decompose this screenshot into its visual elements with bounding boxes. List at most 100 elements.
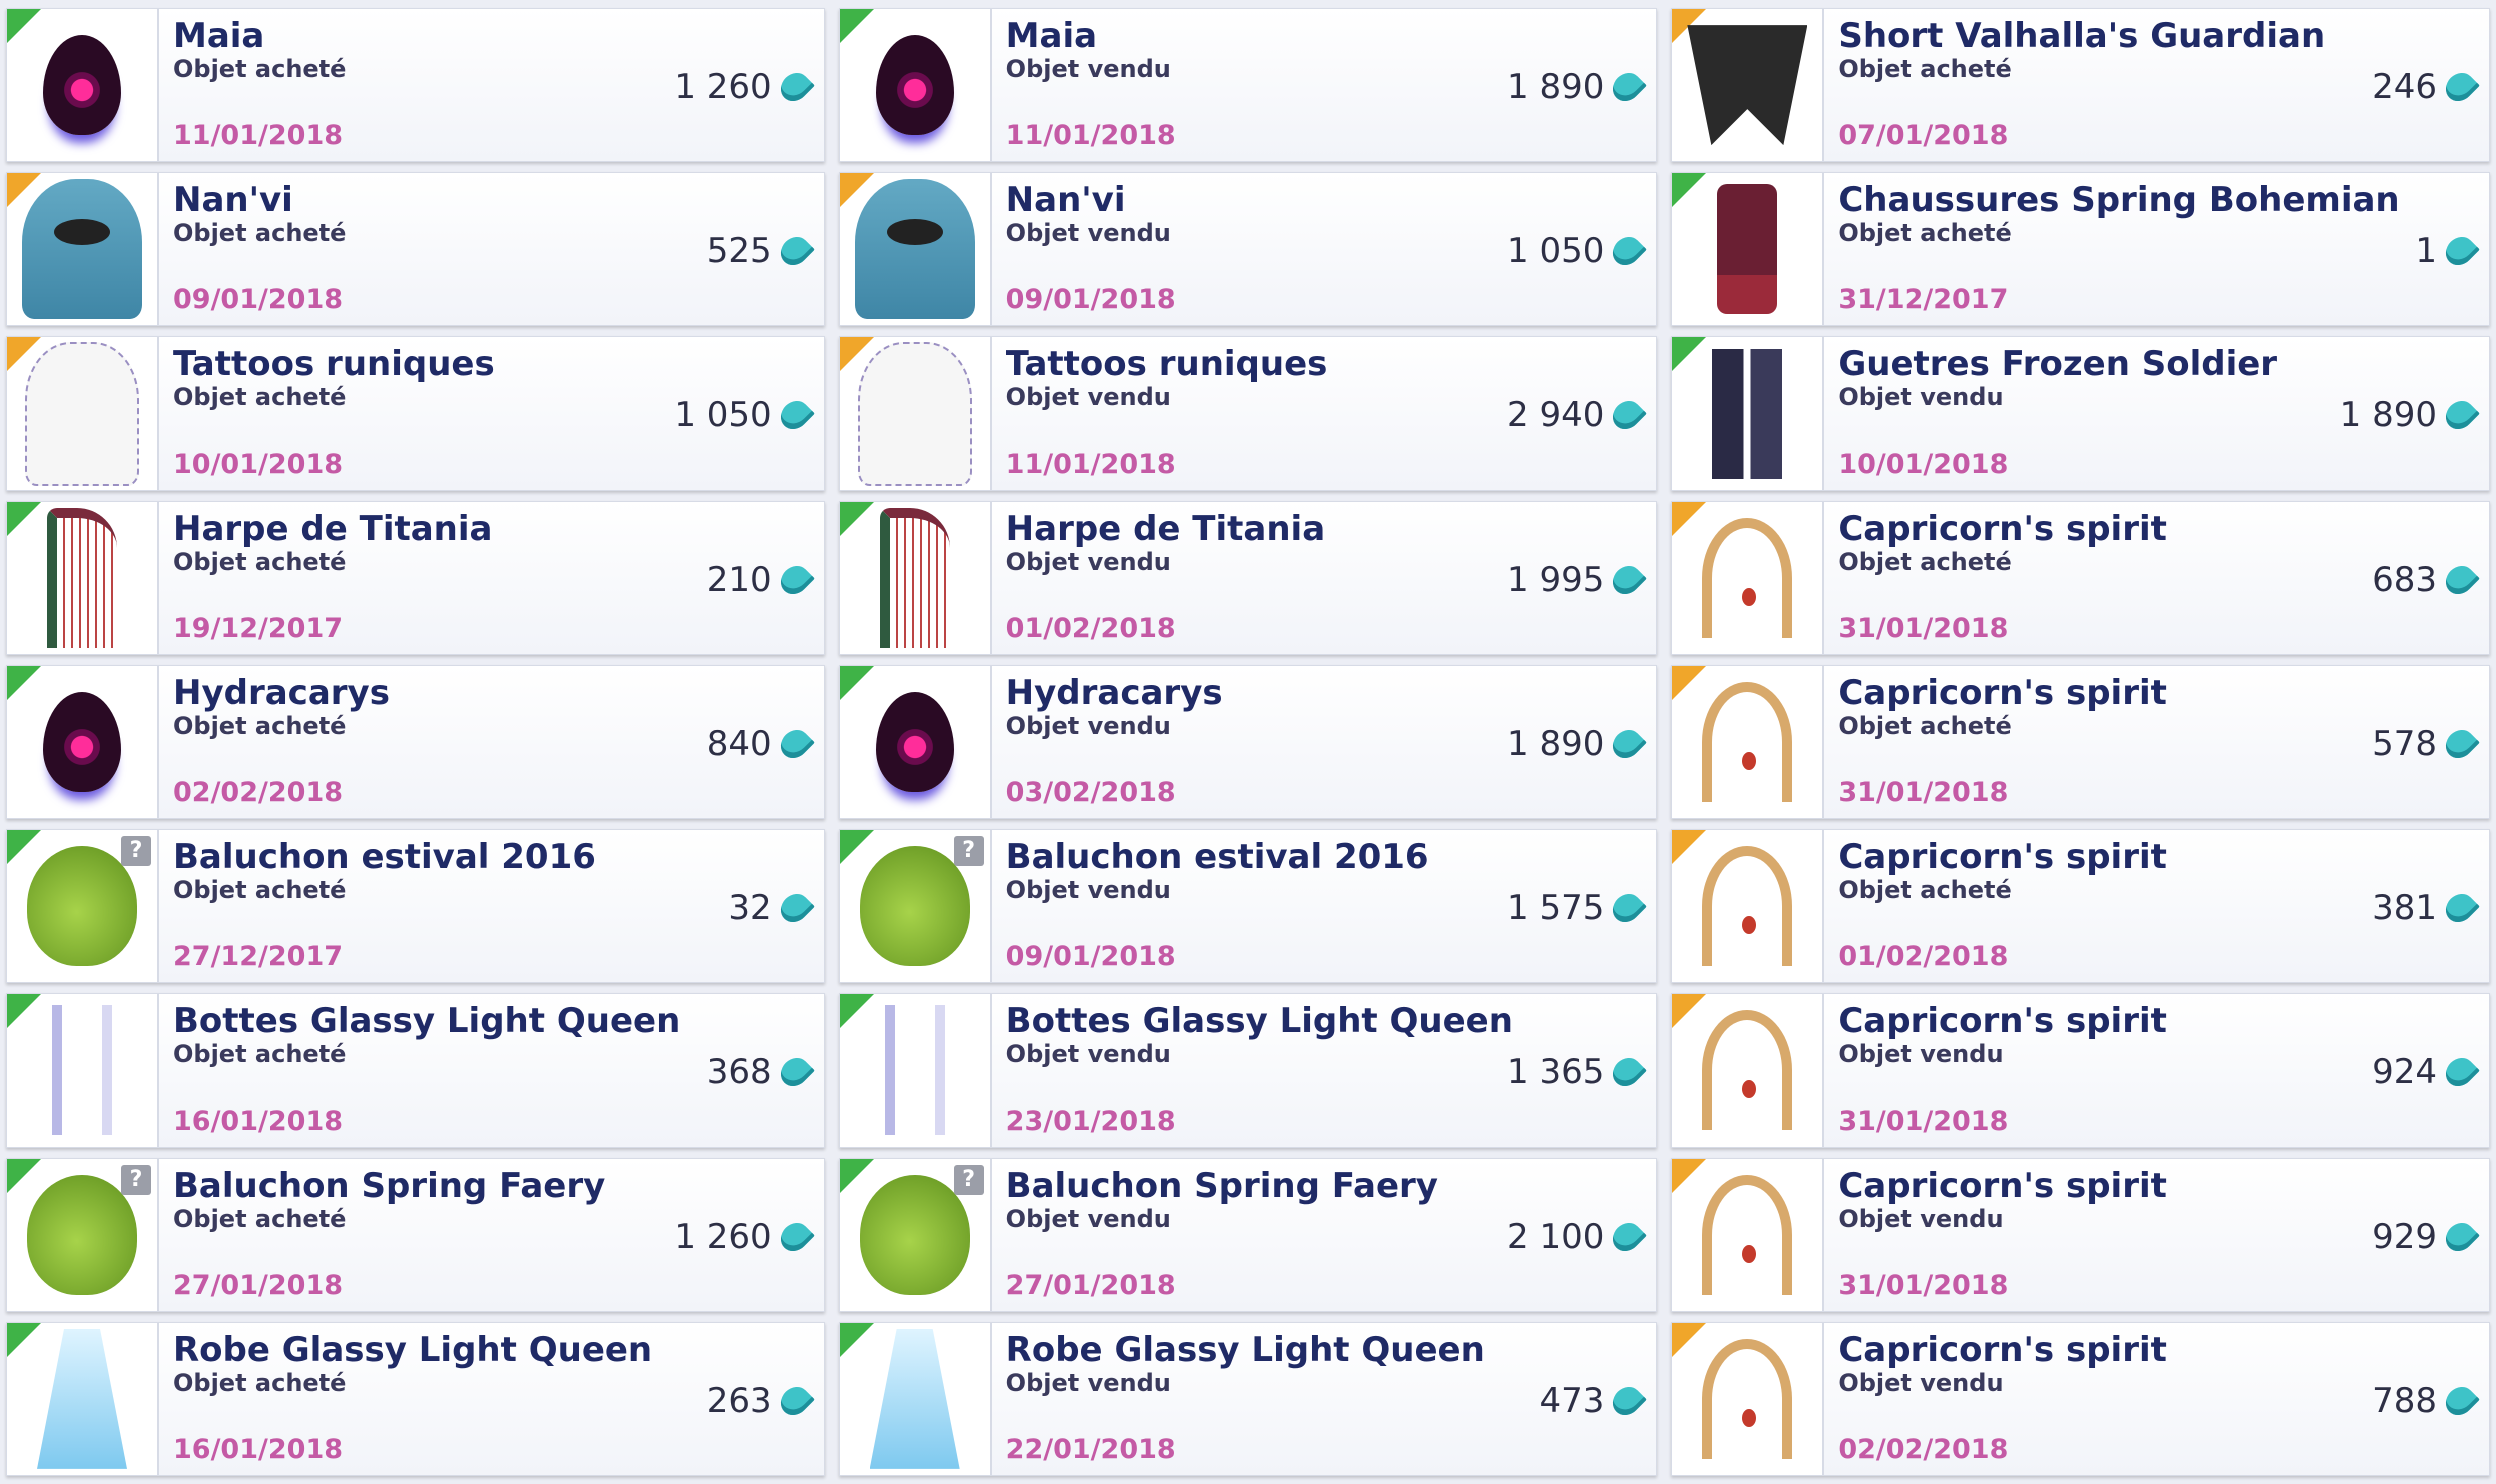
column-1: Maia Objet acheté 11/01/2018 1 260 Nan'vi Obj… <box>6 8 825 1476</box>
transaction-card[interactable]: Hydracarys Objet vendu 03/02/2018 1 890 <box>838 664 1658 820</box>
price: 840 <box>706 723 815 764</box>
transaction-date: 11/01/2018 <box>1005 120 1176 152</box>
item-thumbnail: ? <box>839 830 992 983</box>
item-name: Maia <box>173 17 265 55</box>
transaction-card[interactable]: Bottes Glassy Light Queen Objet acheté 16/… <box>6 993 825 1148</box>
boots-item-icon <box>884 1005 945 1136</box>
price: 1 260 <box>674 1217 815 1257</box>
transaction-card[interactable]: Tattoos runiques Objet acheté 10/01/2018 1 … <box>6 336 825 491</box>
transaction-date: 31/01/2018 <box>1838 777 2009 809</box>
item-name: Capricorn's spirit <box>1838 1330 2167 1369</box>
item-info: Baluchon estival 2016 Objet acheté 27/12/2… <box>159 830 824 982</box>
price-value: 929 <box>2372 1216 2438 1257</box>
item-info: Bottes Glassy Light Queen Objet acheté 16/… <box>159 994 824 1146</box>
item-name: Bottes Glassy Light Queen <box>173 1002 681 1041</box>
item-info: Hydracarys Objet acheté 02/02/2018 840 <box>159 666 824 818</box>
rarity-corner-flag <box>839 1322 874 1357</box>
rarity-corner-flag <box>839 830 874 865</box>
transaction-date: 16/01/2018 <box>173 1105 344 1137</box>
transaction-card[interactable]: ? Baluchon estival 2016 Objet acheté 27/12/… <box>6 829 825 984</box>
rarity-corner-flag <box>7 994 41 1029</box>
item-thumbnail <box>839 337 992 490</box>
boots-item-icon <box>52 1005 112 1136</box>
item-name: Baluchon Spring Faery <box>1005 1166 1438 1205</box>
transaction-card[interactable]: Capricorn's spirit Objet acheté 31/01/2018… <box>1671 500 2491 655</box>
item-thumbnail <box>7 501 159 654</box>
price: 578 <box>2372 724 2480 764</box>
item-name: Capricorn's spirit <box>1838 838 2167 877</box>
transaction-card[interactable]: Capricorn's spirit Objet acheté 01/02/2018… <box>1671 829 2491 984</box>
transaction-card[interactable]: Short Valhalla's Guardian Objet acheté 07/… <box>1671 8 2491 163</box>
transaction-card[interactable]: Capricorn's spirit Objet acheté 31/01/2018… <box>1671 664 2491 820</box>
transaction-card[interactable]: Tattoos runiques Objet vendu 11/01/2018 2 9… <box>838 336 1658 491</box>
rarity-corner-flag <box>7 501 41 536</box>
transaction-date: 31/01/2018 <box>1838 612 2009 644</box>
transaction-date: 01/02/2018 <box>1838 941 2009 973</box>
transaction-card[interactable]: Harpe de Titania Objet acheté 19/12/2017 21… <box>6 500 825 655</box>
item-info: Baluchon Spring Faery Objet vendu 27/01/20… <box>992 1159 1657 1311</box>
item-thumbnail <box>839 994 992 1147</box>
price-value: 1 050 <box>674 395 772 436</box>
item-info: Capricorn's spirit Objet acheté 31/01/2018… <box>1824 502 2489 654</box>
price-value: 840 <box>706 723 772 764</box>
transaction-card[interactable]: ? Baluchon Spring Faery Objet acheté 27/01/… <box>6 1157 825 1312</box>
transaction-date: 10/01/2018 <box>1838 448 2009 480</box>
transaction-card[interactable]: Robe Glassy Light Queen Objet vendu 22/01/… <box>838 1321 1658 1476</box>
transaction-card[interactable]: Hydracarys Objet acheté 02/02/2018 840 <box>6 664 825 820</box>
price-value: 1 890 <box>1507 723 1605 764</box>
item-info: Capricorn's spirit Objet vendu 02/02/2018 7… <box>1824 1323 2489 1475</box>
price-value: 2 940 <box>1507 395 1605 436</box>
transaction-card[interactable]: Robe Glassy Light Queen Objet acheté 16/01… <box>6 1321 825 1476</box>
transaction-card[interactable]: Harpe de Titania Objet vendu 01/02/2018 1 9… <box>838 500 1658 655</box>
item-thumbnail <box>1672 9 1825 162</box>
rarity-corner-flag <box>839 994 874 1029</box>
item-name: Hydracarys <box>173 673 390 712</box>
price: 1 050 <box>1507 231 1648 271</box>
transaction-card[interactable]: Maia Objet acheté 11/01/2018 1 260 <box>6 8 825 163</box>
rarity-corner-flag <box>1672 501 1707 536</box>
transaction-date: 27/01/2018 <box>1005 1269 1176 1301</box>
item-thumbnail: ? <box>839 1158 992 1311</box>
item-info: Baluchon Spring Faery Objet acheté 27/01/2… <box>159 1159 824 1311</box>
rarity-corner-flag <box>839 665 874 700</box>
transaction-card[interactable]: Capricorn's spirit Objet vendu 31/01/2018 9… <box>1671 993 2491 1148</box>
item-name: Capricorn's spirit <box>1838 1002 2167 1041</box>
transaction-card[interactable]: ? Baluchon Spring Faery Objet vendu 27/01/2… <box>838 1157 1658 1312</box>
price: 1 260 <box>674 67 815 107</box>
transaction-card[interactable]: Maia Objet vendu 11/01/2018 1 890 <box>838 8 1658 163</box>
transaction-card[interactable]: Bottes Glassy Light Queen Objet vendu 23/0… <box>838 993 1658 1148</box>
item-info: Baluchon estival 2016 Objet vendu 09/01/20… <box>992 830 1657 982</box>
item-info: Nan'vi Objet acheté 09/01/2018 525 <box>159 173 824 325</box>
item-name: Robe Glassy Light Queen <box>1005 1330 1485 1369</box>
rarity-corner-flag <box>7 665 41 700</box>
price: 1 050 <box>674 395 815 436</box>
price-value: 210 <box>706 559 772 600</box>
horns-item-icon <box>1702 1174 1793 1295</box>
item-info: Tattoos runiques Objet vendu 11/01/2018 2 9… <box>992 337 1657 489</box>
item-thumbnail <box>839 665 992 819</box>
price: 1 365 <box>1507 1052 1648 1092</box>
transaction-card[interactable]: ? Baluchon estival 2016 Objet vendu 09/01/2… <box>838 829 1658 984</box>
item-thumbnail <box>7 9 159 162</box>
egg-item-icon <box>43 35 121 136</box>
rarity-corner-flag <box>839 1158 874 1193</box>
transaction-date: 02/02/2018 <box>1838 1433 2009 1465</box>
transaction-date: 09/01/2018 <box>173 284 344 316</box>
transaction-card[interactable]: Capricorn's spirit Objet vendu 31/01/2018 9… <box>1671 1157 2491 1312</box>
transaction-card[interactable]: Nan'vi Objet vendu 09/01/2018 1 050 <box>838 172 1658 327</box>
item-info: Chaussures Spring Bohemian Objet acheté 31… <box>1824 173 2489 325</box>
item-thumbnail <box>1672 665 1825 819</box>
transaction-date: 23/01/2018 <box>1005 1105 1176 1137</box>
transaction-card[interactable]: Chaussures Spring Bohemian Objet acheté 31… <box>1671 172 2491 327</box>
price: 929 <box>2372 1216 2480 1257</box>
price-value: 1 890 <box>2339 395 2438 436</box>
rarity-corner-flag <box>1672 994 1707 1029</box>
transaction-card[interactable]: Guetres Frozen Soldier Objet vendu 10/01/2… <box>1671 336 2491 491</box>
transaction-card[interactable]: Nan'vi Objet acheté 09/01/2018 525 <box>6 172 825 327</box>
item-thumbnail <box>839 501 992 654</box>
transaction-status: Objet acheté <box>1838 219 2012 248</box>
transaction-card[interactable]: Capricorn's spirit Objet vendu 02/02/2018 7… <box>1671 1321 2491 1476</box>
price: 32 <box>728 888 815 928</box>
horns-item-icon <box>1702 517 1793 638</box>
robe-item-icon <box>37 1328 127 1469</box>
